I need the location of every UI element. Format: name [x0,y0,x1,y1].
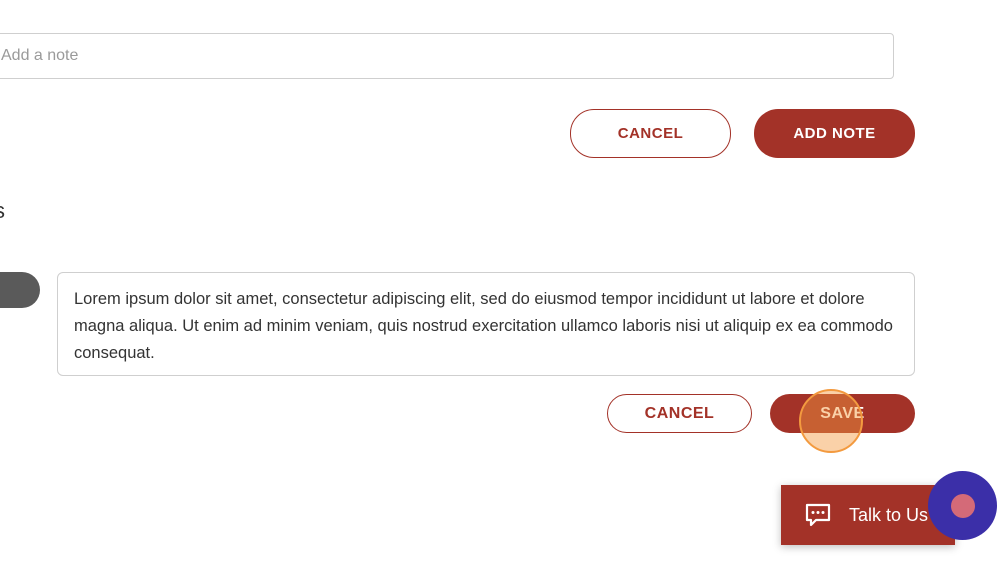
note-author-pill[interactable] [0,272,40,308]
cancel-note-button[interactable]: CANCEL [570,109,731,158]
chat-launcher-button[interactable] [928,471,997,540]
cancel-edit-button[interactable]: CANCEL [607,394,752,433]
record-dot-icon [950,493,975,518]
chat-bubble-icon [804,502,832,528]
note-input[interactable] [0,33,894,79]
note-edit-textarea[interactable]: Lorem ipsum dolor sit amet, consectetur … [57,272,915,376]
notes-section-heading: s [0,198,5,224]
talk-to-us-label: Talk to Us [849,504,929,525]
add-note-button[interactable]: ADD NOTE [754,109,915,158]
save-button[interactable]: SAVE [770,394,915,433]
page: CANCEL ADD NOTE s Lorem ipsum dolor sit … [0,0,1002,564]
